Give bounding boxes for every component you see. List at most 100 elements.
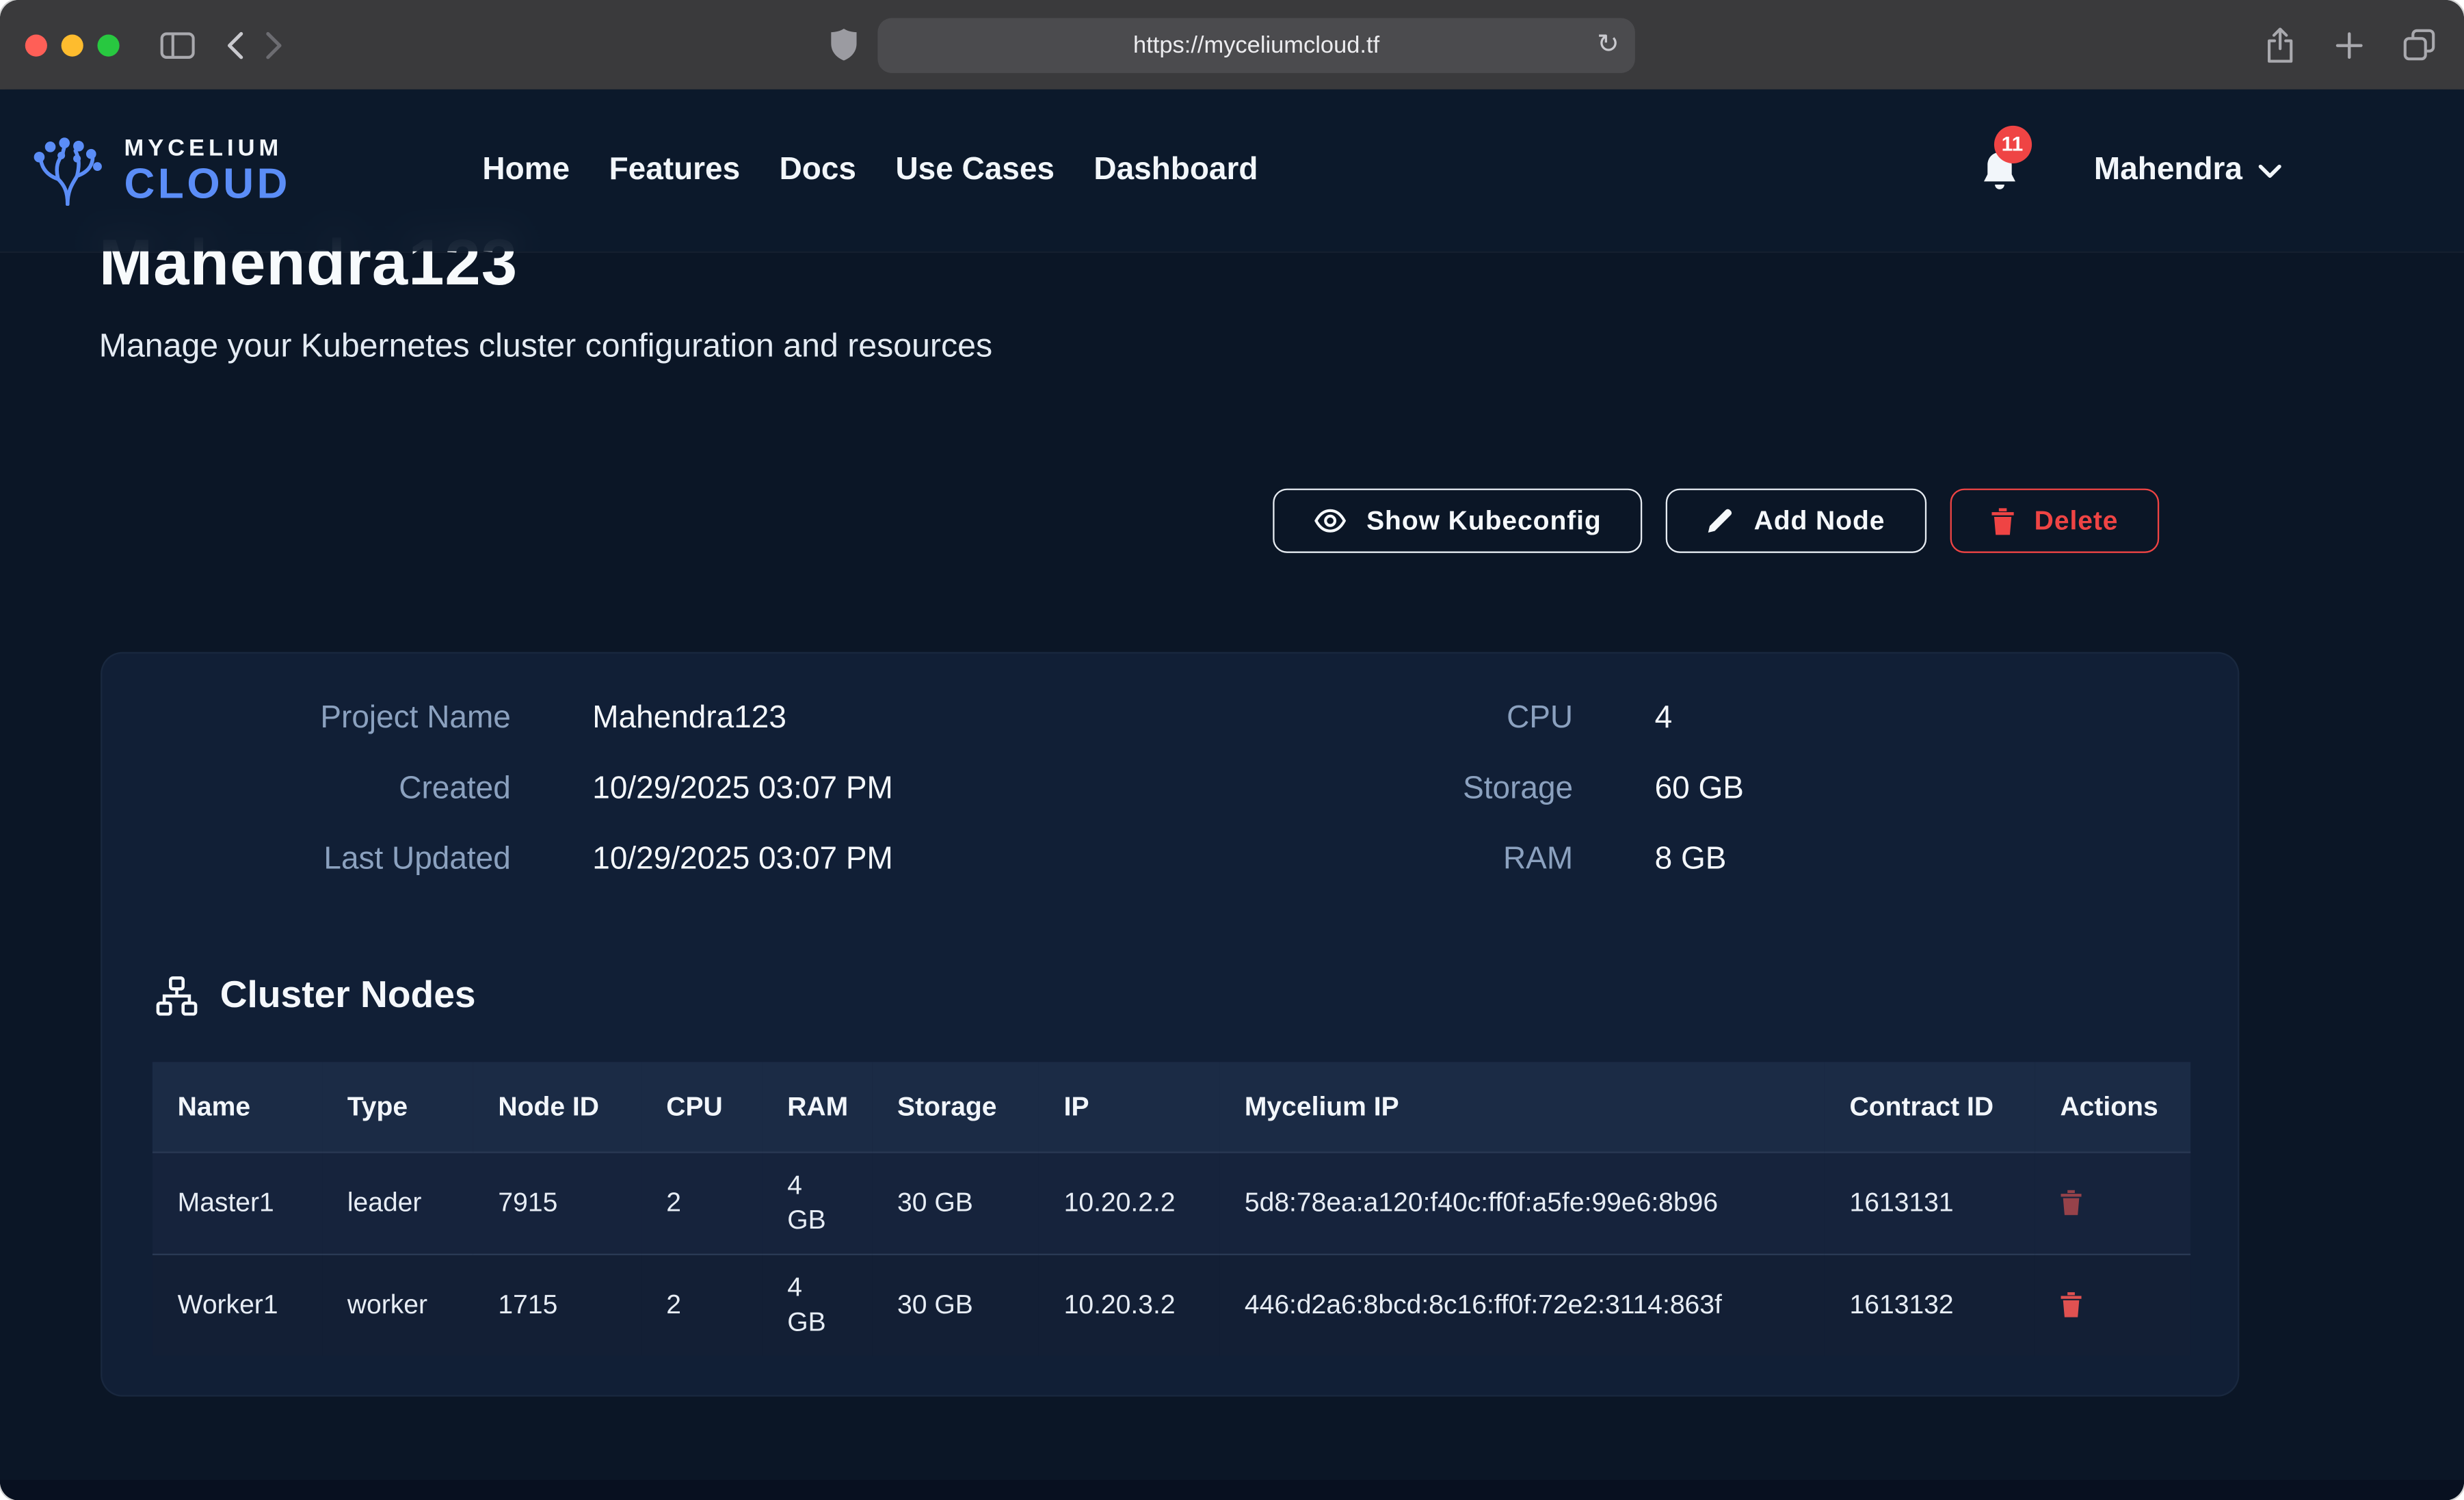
info-value: 4 — [1573, 701, 1672, 737]
cell-type: leader — [322, 1151, 473, 1253]
show-kubeconfig-button[interactable]: Show Kubeconfig — [1272, 489, 1642, 553]
tabs-overview-icon[interactable] — [2402, 28, 2435, 61]
notification-badge: 11 — [1993, 125, 2031, 163]
cluster-info-right: CPU 4 Storage 60 GB RAM 8 GB — [1165, 701, 1744, 913]
info-label: RAM — [1165, 842, 1573, 879]
reload-icon[interactable]: ↻ — [1597, 29, 1619, 61]
col-header-node-id: Node ID — [473, 1062, 641, 1151]
zoom-button[interactable] — [97, 34, 119, 55]
info-row-last-updated: Last Updated 10/29/2025 03:07 PM — [102, 842, 892, 913]
nav-right: 11 Mahendra — [1979, 148, 2281, 192]
minimize-button[interactable] — [62, 34, 83, 55]
info-label: Storage — [1165, 771, 1573, 807]
table-row: Master1 leader 7915 2 4 GB 30 GB 10.20.2… — [153, 1151, 2190, 1253]
cell-node-id: 7915 — [473, 1151, 641, 1253]
nav-item-dashboard[interactable]: Dashboard — [1094, 152, 1258, 189]
nodes-table: Name Type Node ID CPU RAM Storage IP Myc… — [153, 1062, 2190, 1355]
add-node-label: Add Node — [1754, 505, 1885, 537]
pencil-icon — [1707, 507, 1734, 534]
add-node-button[interactable]: Add Node — [1666, 489, 1926, 553]
row-delete-button[interactable] — [2060, 1189, 2082, 1216]
info-value: Mahendra123 — [511, 701, 786, 737]
url-bar[interactable]: https://myceliumcloud.tf ↻ — [877, 17, 1635, 72]
back-button[interactable] — [226, 31, 243, 59]
cell-ram: 4 GB — [762, 1254, 872, 1355]
trash-icon — [1990, 507, 2013, 535]
nav-item-use-cases[interactable]: Use Cases — [895, 152, 1055, 189]
info-row-created: Created 10/29/2025 03:07 PM — [102, 771, 892, 842]
nav-item-docs[interactable]: Docs — [780, 152, 856, 189]
notifications-button[interactable]: 11 — [1979, 148, 2018, 192]
share-icon[interactable] — [2264, 26, 2296, 64]
delete-cluster-button[interactable]: Delete — [1950, 489, 2160, 553]
url-text: https://myceliumcloud.tf — [1133, 31, 1379, 58]
nav-item-features[interactable]: Features — [609, 152, 741, 189]
cluster-nodes-icon — [155, 976, 198, 1017]
col-header-type: Type — [322, 1062, 473, 1151]
col-header-actions: Actions — [2035, 1062, 2190, 1151]
page-footer-strip — [0, 1480, 2464, 1500]
nav-item-home[interactable]: Home — [482, 152, 570, 189]
cluster-info-left: Project Name Mahendra123 Created 10/29/2… — [102, 701, 892, 913]
col-header-name: Name — [153, 1062, 322, 1151]
cell-mycelium-ip: 446:d2a6:8bcd:8c16:ff0f:72e2:3114:863f — [1219, 1254, 1825, 1355]
col-header-ram: RAM — [762, 1062, 872, 1151]
info-row-project-name: Project Name Mahendra123 — [102, 701, 892, 771]
row-delete-button[interactable] — [2060, 1291, 2082, 1318]
cell-storage: 30 GB — [872, 1254, 1039, 1355]
cluster-nodes-header: Cluster Nodes — [155, 974, 475, 1018]
chrome-right-buttons — [2264, 26, 2435, 64]
user-menu[interactable]: Mahendra — [2094, 152, 2282, 189]
info-label: Project Name — [102, 701, 510, 737]
info-value: 60 GB — [1573, 771, 1744, 807]
app-navbar: MYCELIUM CLOUD Home Features Docs Use Ca… — [0, 90, 2464, 252]
cell-name: Worker1 — [153, 1254, 322, 1355]
col-header-storage: Storage — [872, 1062, 1039, 1151]
info-label: CPU — [1165, 701, 1573, 737]
cell-cpu: 2 — [641, 1254, 763, 1355]
col-header-mycelium-ip: Mycelium IP — [1219, 1062, 1825, 1151]
info-label: Created — [102, 771, 510, 807]
cell-node-id: 1715 — [473, 1254, 641, 1355]
info-value: 8 GB — [1573, 842, 1726, 879]
col-header-ip: IP — [1039, 1062, 1219, 1151]
table-row: Worker1 worker 1715 2 4 GB 30 GB 10.20.3… — [153, 1254, 2190, 1355]
chevron-down-icon — [2258, 163, 2281, 178]
info-value: 10/29/2025 03:07 PM — [511, 771, 893, 807]
info-row-ram: RAM 8 GB — [1165, 842, 1744, 913]
cell-contract-id: 1613131 — [1825, 1151, 2035, 1253]
trash-icon — [2060, 1189, 2082, 1216]
address-bar-group: https://myceliumcloud.tf ↻ — [829, 17, 1635, 72]
page: Mahendra123 Manage your Kubernetes clust… — [0, 90, 2464, 1500]
new-tab-icon[interactable] — [2335, 31, 2363, 59]
cluster-info-card: Project Name Mahendra123 Created 10/29/2… — [101, 652, 2239, 1397]
main-nav: Home Features Docs Use Cases Dashboard — [482, 152, 1258, 189]
cell-storage: 30 GB — [872, 1151, 1039, 1253]
info-value: 10/29/2025 03:07 PM — [511, 842, 893, 879]
brand-line2: CLOUD — [124, 163, 291, 205]
table-header-row: Name Type Node ID CPU RAM Storage IP Myc… — [153, 1062, 2190, 1151]
traffic-lights — [25, 34, 120, 55]
cluster-actions: Show Kubeconfig Add Node — [1272, 489, 2159, 553]
cell-type: worker — [322, 1254, 473, 1355]
cell-mycelium-ip: 5d8:78ea:a120:f40c:ff0f:a5fe:99e6:8b96 — [1219, 1151, 1825, 1253]
trash-icon — [2060, 1291, 2082, 1318]
cell-contract-id: 1613132 — [1825, 1254, 2035, 1355]
brand-line1: MYCELIUM — [124, 136, 291, 159]
privacy-shield-icon[interactable] — [829, 27, 859, 62]
delete-label: Delete — [2035, 505, 2119, 537]
info-label: Last Updated — [102, 842, 510, 879]
close-button[interactable] — [25, 34, 47, 55]
eye-icon — [1313, 509, 1346, 532]
brand-logo[interactable]: MYCELIUM CLOUD — [25, 136, 291, 205]
info-row-cpu: CPU 4 — [1165, 701, 1744, 771]
sidebar-toggle-icon[interactable] — [160, 31, 195, 59]
page-subtitle: Manage your Kubernetes cluster configura… — [99, 328, 992, 366]
cell-ram: 4 GB — [762, 1151, 872, 1253]
cluster-nodes-title: Cluster Nodes — [220, 974, 476, 1018]
browser-window: https://myceliumcloud.tf ↻ — [0, 0, 2464, 1500]
col-header-contract-id: Contract ID — [1825, 1062, 2035, 1151]
col-header-cpu: CPU — [641, 1062, 763, 1151]
mycelium-logo-icon — [25, 136, 110, 205]
forward-button[interactable] — [265, 31, 282, 59]
